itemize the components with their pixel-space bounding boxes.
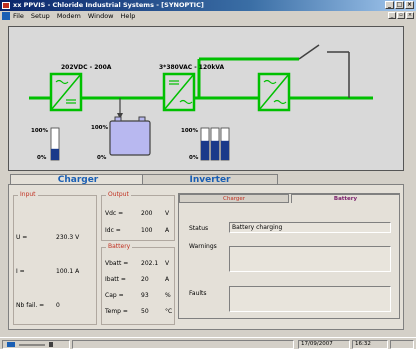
input-group: Input U = 230.3 V I = 100.1 A Nb fail. =…	[13, 191, 97, 325]
faults-field	[229, 286, 391, 312]
status-box: Charger Battery Status Battery charging …	[178, 193, 400, 319]
statusbar-time: 16:32	[352, 340, 388, 349]
output-idc-value: 100	[141, 227, 153, 234]
output-vdc-row: Vdc = 200 V	[105, 210, 175, 218]
output-vdc-unit: V	[165, 210, 170, 217]
input-fail-row: Nb fail. = 0	[16, 302, 96, 310]
child-close-button[interactable]: ×	[406, 12, 414, 19]
battery-vbatt-value: 202.1	[141, 260, 159, 267]
synoptic-svg	[29, 44, 373, 161]
close-button[interactable]: ×	[405, 1, 414, 9]
battery-gauge-top: 100%	[31, 128, 48, 134]
subtab-charger[interactable]: Charger	[179, 194, 289, 203]
battery-block-top: 100%	[91, 125, 108, 131]
statusbar-date: 17/09/2007	[298, 340, 350, 349]
dc-label: 202VDC - 200A	[61, 64, 112, 71]
battery-vbatt-unit: V	[165, 260, 170, 267]
input-i-label: I =	[16, 268, 25, 275]
battery-group: Battery Vbatt = 202.1 V Ibatt = 20 A Cap…	[101, 243, 175, 325]
ac-label: 3*380VAC - 120kVA	[159, 64, 225, 71]
minimize-button[interactable]: _	[385, 1, 394, 9]
battery-temp-row: Temp = 50 °C	[105, 308, 175, 316]
battery-gauge-bottom: 0%	[37, 155, 47, 161]
load-gauge-bottom: 0%	[189, 155, 199, 161]
battery-ibatt-unit: A	[165, 276, 170, 283]
child-minimize-button[interactable]: _	[388, 12, 396, 19]
battery-vbatt-row: Vbatt = 202.1 V	[105, 260, 175, 268]
battery-cap-unit: %	[165, 292, 171, 299]
input-u-label: U =	[16, 234, 28, 241]
maximize-button[interactable]: □	[395, 1, 404, 9]
input-i-row: I = 100.1 A	[16, 268, 96, 276]
statusbar-message-pane	[72, 340, 294, 349]
battery-ibatt-label: Ibatt =	[105, 276, 126, 283]
subtab-battery[interactable]: Battery	[291, 194, 400, 203]
battery-ibatt-row: Ibatt = 20 A	[105, 276, 175, 284]
output-idc-unit: A	[165, 227, 170, 234]
warnings-label: Warnings	[189, 243, 217, 250]
load-gauge-fill-2	[211, 140, 219, 160]
statusbar-extra-pane	[390, 340, 414, 349]
input-fail-value: 0	[56, 302, 60, 309]
menu-setup[interactable]: Setup	[31, 11, 50, 21]
battery-temp-value: 50	[141, 308, 149, 315]
warnings-field	[229, 246, 391, 272]
menu-file[interactable]: File	[13, 11, 24, 21]
battery-vbatt-label: Vbatt =	[105, 260, 129, 267]
static-switch	[298, 44, 320, 60]
battery-temp-label: Temp =	[105, 308, 128, 315]
battery-group-title: Battery	[106, 243, 133, 250]
output-group-title: Output	[106, 191, 131, 198]
battery-cap-value: 93	[141, 292, 149, 299]
output-vdc-label: Vdc =	[105, 210, 124, 217]
document-icon[interactable]	[2, 12, 10, 20]
app-icon	[2, 2, 10, 9]
input-group-title: Input	[18, 191, 38, 198]
input-u-row: U = 230.3 V	[16, 234, 96, 242]
status-label: Status	[189, 225, 209, 232]
company-logo-icon	[7, 342, 53, 347]
battery-cap-label: Cap =	[105, 292, 124, 299]
faults-label: Faults	[189, 290, 207, 297]
load-gauges	[200, 127, 230, 161]
battery-temp-unit: °C	[165, 308, 173, 315]
output-vdc-value: 200	[141, 210, 153, 217]
child-restore-button[interactable]: ▫	[397, 12, 405, 19]
menu-window[interactable]: Window	[88, 11, 114, 21]
load-gauge-top: 100%	[181, 128, 198, 134]
battery-cap-row: Cap = 93 %	[105, 292, 175, 300]
battery-gauge-fill	[51, 148, 59, 160]
input-i-value: 100.1 A	[56, 268, 80, 275]
output-group: Output Vdc = 200 V Idc = 100 A	[101, 191, 175, 241]
menu-help[interactable]: Help	[121, 11, 136, 21]
menu-modem[interactable]: Modem	[57, 11, 81, 21]
load-gauge-fill-1	[201, 140, 209, 160]
statusbar-logo-pane	[2, 340, 70, 349]
synoptic-diagram: 202VDC - 200A 3*380VAC - 120kVA 100% 0% …	[8, 26, 404, 171]
input-u-value: 230.3 V	[56, 234, 80, 241]
output-idc-label: Idc =	[105, 227, 121, 234]
output-idc-row: Idc = 100 A	[105, 227, 175, 235]
battery-ibatt-value: 20	[141, 276, 149, 283]
load-gauge-fill-3	[221, 140, 229, 160]
window-title: xx PPVIS - Chloride Industrial Systems -…	[13, 1, 204, 9]
input-fail-label: Nb fail. =	[16, 302, 45, 309]
status-field: Battery charging	[229, 222, 391, 233]
status-bar: 17/09/2007 16:32	[0, 337, 416, 349]
battery-block	[109, 120, 151, 156]
menu-bar: File Setup Modem Window Help _ ▫ ×	[0, 11, 416, 21]
title-bar: xx PPVIS - Chloride Industrial Systems -…	[0, 0, 416, 11]
battery-block-bottom: 0%	[97, 155, 107, 161]
